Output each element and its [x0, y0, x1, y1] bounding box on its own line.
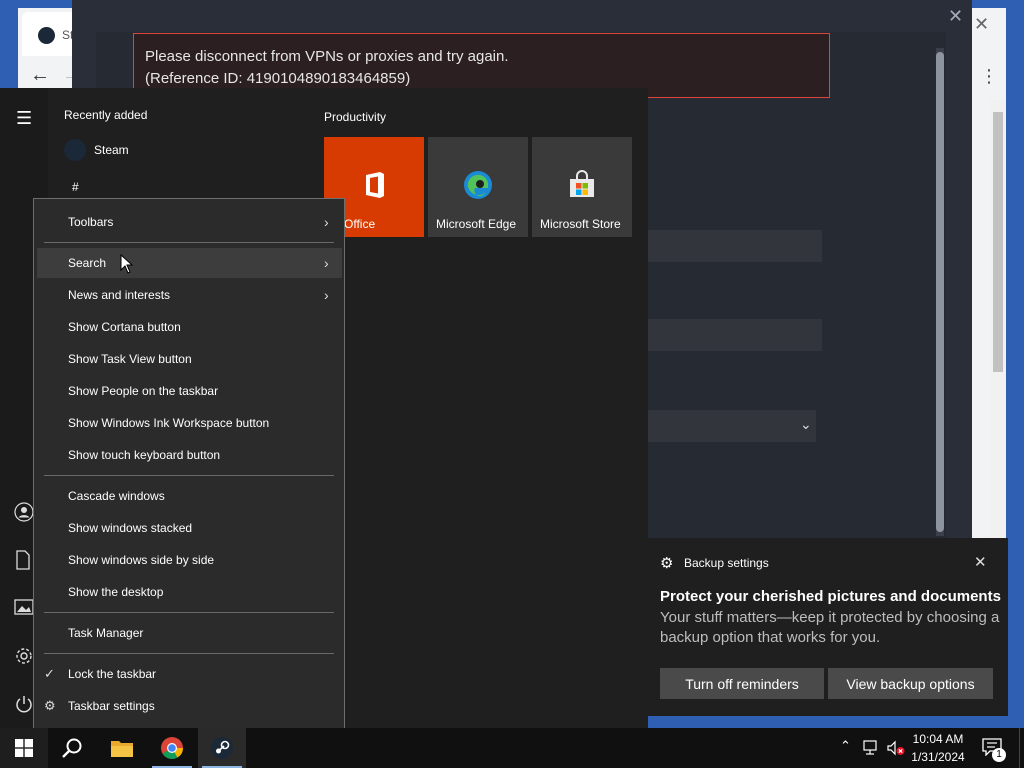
- clock-time[interactable]: 10:04 AM: [908, 732, 968, 746]
- office-icon: [366, 172, 384, 198]
- menu-item-search[interactable]: Search ›: [37, 248, 342, 278]
- menu-item-show-task-view[interactable]: Show Task View button: [34, 344, 344, 374]
- menu-item-show-cortana[interactable]: Show Cortana button: [34, 312, 344, 342]
- volume-muted-icon[interactable]: [886, 740, 906, 756]
- show-hidden-icons-chevron[interactable]: ⌃: [840, 738, 851, 754]
- menu-item-label: Taskbar settings: [68, 699, 155, 713]
- settings-gear-icon[interactable]: [14, 646, 34, 666]
- menu-item-label: Show touch keyboard button: [68, 448, 221, 462]
- menu-item-toolbars[interactable]: Toolbars ›: [34, 207, 344, 237]
- taskbar-file-explorer[interactable]: [98, 728, 146, 768]
- search-icon: [62, 738, 82, 758]
- menu-item-taskbar-settings[interactable]: ⚙ Taskbar settings: [34, 691, 344, 721]
- view-backup-options-button[interactable]: View backup options: [828, 668, 993, 699]
- tile-label: Office: [344, 217, 376, 231]
- chrome-close-icon[interactable]: ✕: [974, 14, 989, 35]
- gear-icon: ⚙: [44, 698, 56, 713]
- menu-divider: [44, 612, 334, 613]
- start-button[interactable]: [0, 728, 48, 768]
- steam-icon: [211, 737, 233, 759]
- submenu-chevron-icon: ›: [324, 287, 329, 303]
- menu-item-task-manager[interactable]: Task Manager: [34, 618, 344, 648]
- chevron-down-icon: ⌄: [800, 416, 812, 432]
- error-reference-id: (Reference ID: 4190104890183464859): [145, 70, 411, 87]
- mouse-cursor-icon: [120, 254, 134, 274]
- menu-item-label: Show Cortana button: [68, 320, 181, 334]
- notification-title: Protect your cherished pictures and docu…: [660, 588, 1001, 605]
- tile-microsoft-store[interactable]: Microsoft Store: [532, 137, 632, 237]
- user-icon[interactable]: [14, 502, 34, 522]
- taskbar-chrome[interactable]: [148, 728, 196, 768]
- documents-icon[interactable]: [14, 550, 32, 570]
- gear-icon: ⚙: [660, 555, 674, 572]
- steam-icon: [64, 139, 86, 161]
- start-app-label: Steam: [94, 143, 129, 157]
- steam-scroll-thumb[interactable]: [936, 52, 944, 532]
- menu-item-label: Show the desktop: [68, 585, 164, 599]
- menu-item-lock-taskbar[interactable]: ✓ Lock the taskbar: [34, 659, 344, 689]
- menu-item-label: Show Windows Ink Workspace button: [68, 416, 270, 430]
- menu-item-show-people[interactable]: Show People on the taskbar: [34, 376, 344, 406]
- menu-item-label: News and interests: [68, 288, 171, 302]
- menu-item-label: Lock the taskbar: [68, 667, 157, 681]
- checkmark-icon: ✓: [44, 666, 55, 681]
- clock-date[interactable]: 1/31/2024: [908, 750, 968, 764]
- windows-logo-icon: [15, 739, 33, 757]
- store-icon: [570, 170, 594, 197]
- error-message: Please disconnect from VPNs or proxies a…: [145, 48, 509, 65]
- steam-favicon-icon: [38, 27, 55, 44]
- power-icon[interactable]: [14, 694, 34, 714]
- network-icon[interactable]: [862, 740, 880, 756]
- back-arrow-icon[interactable]: ←: [30, 64, 50, 87]
- menu-item-label: Show windows side by side: [68, 553, 215, 567]
- menu-item-show-side-by-side[interactable]: Show windows side by side: [34, 545, 344, 575]
- menu-item-show-ink-workspace[interactable]: Show Windows Ink Workspace button: [34, 408, 344, 438]
- turn-off-reminders-button[interactable]: Turn off reminders: [660, 668, 824, 699]
- menu-item-label: Cascade windows: [68, 489, 165, 503]
- tile-label: Microsoft Store: [540, 217, 621, 231]
- notification-close-icon[interactable]: ✕: [974, 553, 987, 571]
- start-app-steam[interactable]: Steam: [64, 139, 304, 161]
- menu-divider: [44, 653, 334, 654]
- show-desktop-button[interactable]: [1019, 728, 1024, 768]
- folder-icon: [111, 741, 133, 757]
- hamburger-menu-icon[interactable]: ☰: [16, 108, 32, 129]
- menu-item-cascade-windows[interactable]: Cascade windows: [34, 481, 344, 511]
- menu-item-label: Task Manager: [68, 626, 144, 640]
- tile-group-label: Productivity: [324, 110, 387, 124]
- notification-count-badge: 1: [992, 748, 1006, 762]
- recently-added-header: Recently added: [64, 108, 148, 122]
- steam-select-field[interactable]: [648, 410, 816, 442]
- menu-divider: [44, 242, 334, 243]
- tile-microsoft-edge[interactable]: Microsoft Edge: [428, 137, 528, 237]
- steam-input-field[interactable]: [648, 230, 822, 262]
- menu-item-news-and-interests[interactable]: News and interests ›: [34, 280, 344, 310]
- menu-divider: [44, 475, 334, 476]
- submenu-chevron-icon: ›: [324, 255, 329, 271]
- notification-app-name: Backup settings: [684, 556, 769, 570]
- submenu-chevron-icon: ›: [324, 214, 329, 230]
- menu-item-label: Show People on the taskbar: [68, 384, 219, 398]
- pictures-icon[interactable]: [14, 598, 34, 616]
- menu-item-label: Show windows stacked: [68, 521, 193, 535]
- menu-item-show-desktop[interactable]: Show the desktop: [34, 577, 344, 607]
- notification-body: Your stuff matters—keep it protected by …: [660, 609, 1000, 646]
- chrome-menu-icon[interactable]: ⋮: [980, 66, 998, 87]
- chrome-scroll-thumb[interactable]: [993, 112, 1003, 372]
- menu-item-show-touch-keyboard[interactable]: Show touch keyboard button: [34, 440, 344, 470]
- tile-label: Microsoft Edge: [436, 217, 517, 231]
- chrome-icon: [161, 737, 183, 759]
- menu-item-show-stacked[interactable]: Show windows stacked: [34, 513, 344, 543]
- steam-input-field[interactable]: [648, 319, 822, 351]
- steam-close-icon[interactable]: ✕: [948, 6, 963, 27]
- edge-icon: [464, 171, 492, 199]
- alpha-group-header[interactable]: #: [72, 180, 79, 194]
- taskbar-search-button[interactable]: [48, 728, 96, 768]
- menu-item-label: Show Task View button: [68, 352, 192, 366]
- menu-item-label: Search: [68, 256, 107, 270]
- taskbar-steam[interactable]: [198, 728, 246, 768]
- menu-item-label: Toolbars: [68, 215, 114, 229]
